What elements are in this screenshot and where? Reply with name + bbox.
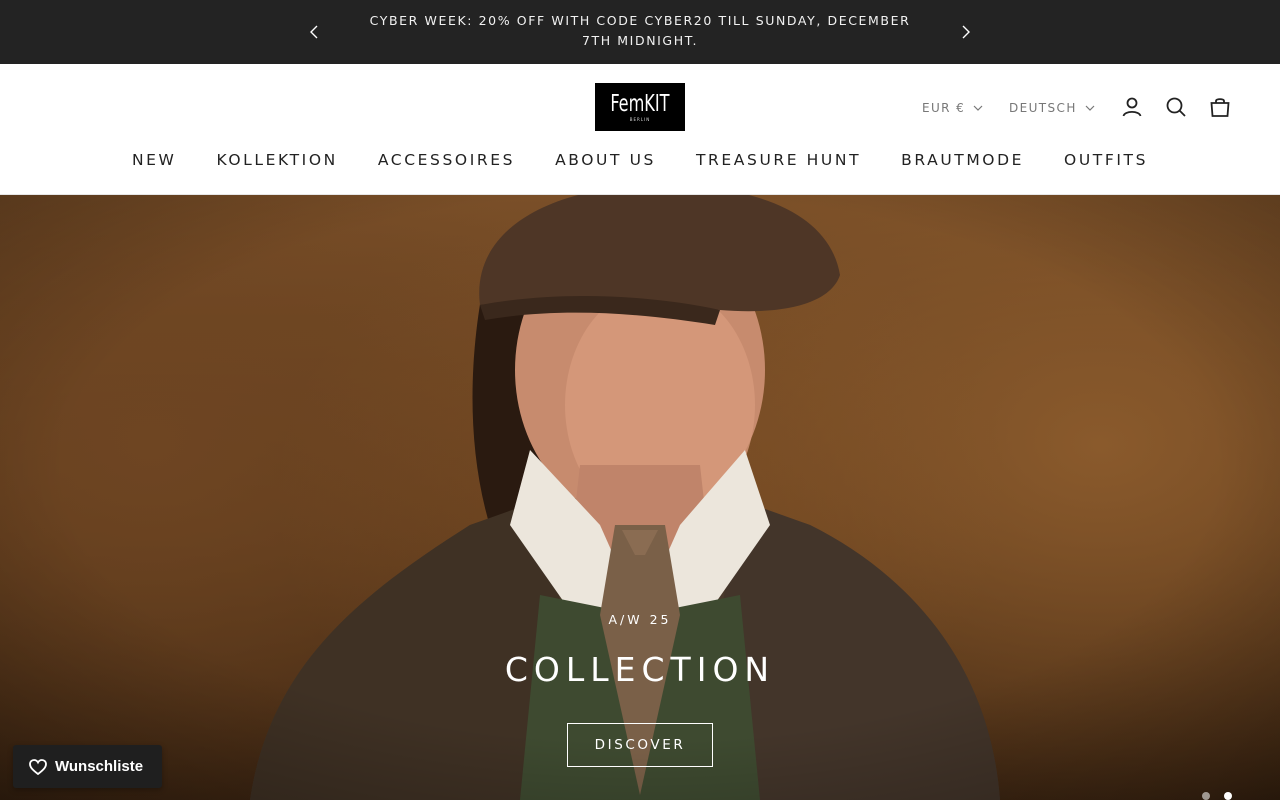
chevron-left-icon bbox=[310, 25, 318, 39]
bag-icon bbox=[1210, 98, 1230, 117]
currency-selector[interactable]: EUR € bbox=[922, 101, 983, 115]
hero-heading: COLLECTION bbox=[504, 650, 776, 689]
announcement-prev-button[interactable] bbox=[304, 22, 324, 42]
wishlist-button[interactable]: Wunschliste bbox=[13, 745, 162, 788]
language-label: DEUTSCH bbox=[1009, 101, 1077, 115]
discover-button[interactable]: DISCOVER bbox=[567, 723, 713, 767]
currency-label: EUR € bbox=[922, 101, 966, 115]
wishlist-label: Wunschliste bbox=[55, 758, 144, 775]
logo-brand: FemKIT bbox=[610, 91, 670, 117]
hero-content: A/W 25 COLLECTION DISCOVER bbox=[0, 195, 1280, 800]
nav-item-about-us[interactable]: ABOUT US bbox=[555, 151, 656, 169]
hero-slideshow: A/W 25 COLLECTION DISCOVER bbox=[0, 195, 1280, 800]
slide-dot-2[interactable] bbox=[1224, 792, 1232, 800]
announcement-text: CYBER WEEK: 20% OFF WITH CODE CYBER20 TI… bbox=[369, 13, 911, 48]
chevron-right-icon bbox=[962, 25, 970, 39]
chevron-down-icon bbox=[973, 105, 983, 111]
announcement-next-button[interactable] bbox=[956, 22, 976, 42]
search-button[interactable] bbox=[1163, 94, 1189, 120]
slide-dot-1[interactable] bbox=[1202, 792, 1210, 800]
main-navigation: NEW KOLLEKTION ACCESSOIRES ABOUT US TREA… bbox=[0, 151, 1280, 169]
cart-button[interactable] bbox=[1207, 94, 1233, 120]
user-icon bbox=[1122, 97, 1142, 117]
site-header: FemKIT BERLIN EUR € DEUTSCH NEW KOLLEKTI… bbox=[0, 64, 1280, 195]
nav-item-brautmode[interactable]: BRAUTMODE bbox=[901, 151, 1024, 169]
nav-item-kollektion[interactable]: KOLLEKTION bbox=[216, 151, 337, 169]
language-selector[interactable]: DEUTSCH bbox=[1009, 101, 1095, 115]
nav-item-accessoires[interactable]: ACCESSOIRES bbox=[378, 151, 515, 169]
nav-item-outfits[interactable]: OUTFITS bbox=[1064, 151, 1148, 169]
store-logo[interactable]: FemKIT BERLIN bbox=[595, 83, 685, 131]
account-button[interactable] bbox=[1119, 94, 1145, 120]
logo-city: BERLIN bbox=[629, 117, 651, 122]
announcement-bar: CYBER WEEK: 20% OFF WITH CODE CYBER20 TI… bbox=[0, 0, 1280, 64]
hero-subheading: A/W 25 bbox=[608, 612, 672, 627]
nav-item-new[interactable]: NEW bbox=[132, 151, 177, 169]
nav-item-treasure-hunt[interactable]: TREASURE HUNT bbox=[696, 151, 861, 169]
chevron-down-icon bbox=[1085, 105, 1095, 111]
slideshow-pagination bbox=[1202, 792, 1232, 800]
search-icon bbox=[1166, 97, 1186, 117]
heart-icon bbox=[29, 758, 47, 775]
